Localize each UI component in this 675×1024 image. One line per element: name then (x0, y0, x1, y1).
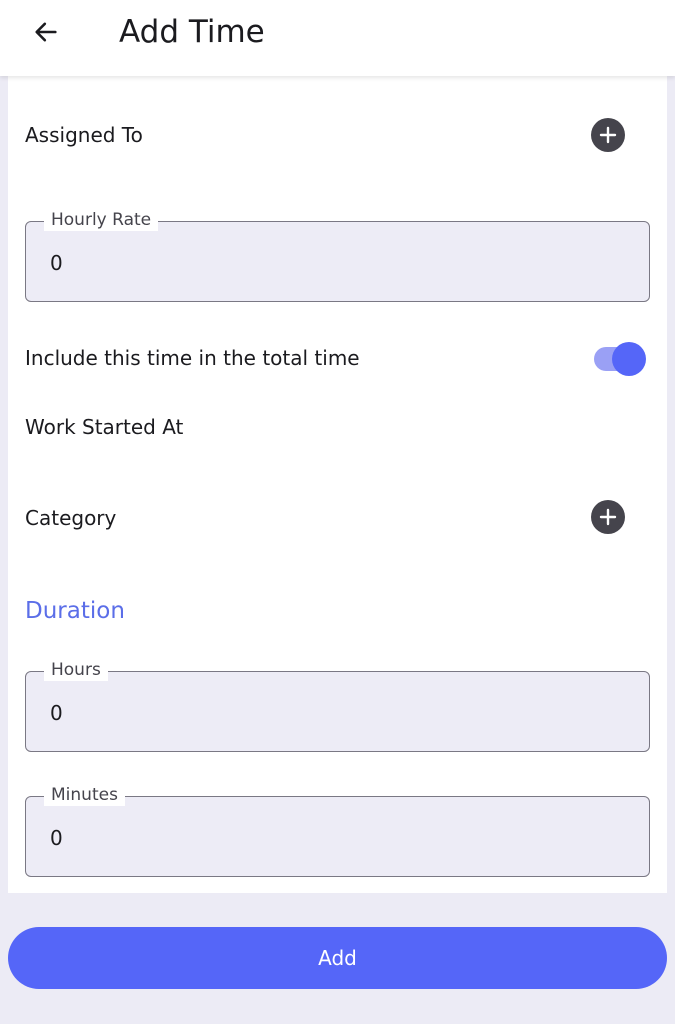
duration-section-title: Duration (25, 598, 125, 624)
hourly-rate-input[interactable] (50, 249, 610, 277)
add-button[interactable]: Add (8, 927, 667, 989)
category-label: Category (25, 506, 117, 530)
minutes-label: Minutes (44, 784, 125, 806)
arrow-left-icon (35, 22, 57, 42)
hours-field[interactable]: Hours (25, 659, 650, 752)
add-assignee-button[interactable] (591, 118, 625, 152)
toggle-thumb (612, 342, 646, 376)
hourly-rate-field[interactable]: Hourly Rate (25, 209, 650, 302)
form-card: Assigned To Hourly Rate Include this tim… (8, 76, 667, 893)
hourly-rate-label: Hourly Rate (44, 209, 159, 231)
plus-circle-icon (599, 126, 617, 144)
page-title: Add Time (119, 14, 265, 50)
minutes-input[interactable] (50, 824, 610, 852)
include-total-toggle[interactable] (594, 341, 646, 377)
include-total-label: Include this time in the total time (25, 346, 360, 370)
work-started-at-label[interactable]: Work Started At (25, 413, 183, 441)
add-category-button[interactable] (591, 500, 625, 534)
assigned-to-label: Assigned To (25, 123, 143, 147)
minutes-field[interactable]: Minutes (25, 784, 650, 877)
plus-circle-icon (599, 508, 617, 526)
hours-input[interactable] (50, 699, 610, 727)
back-button[interactable] (22, 10, 70, 54)
hours-label: Hours (44, 659, 108, 681)
app-bar: Add Time (0, 0, 675, 76)
